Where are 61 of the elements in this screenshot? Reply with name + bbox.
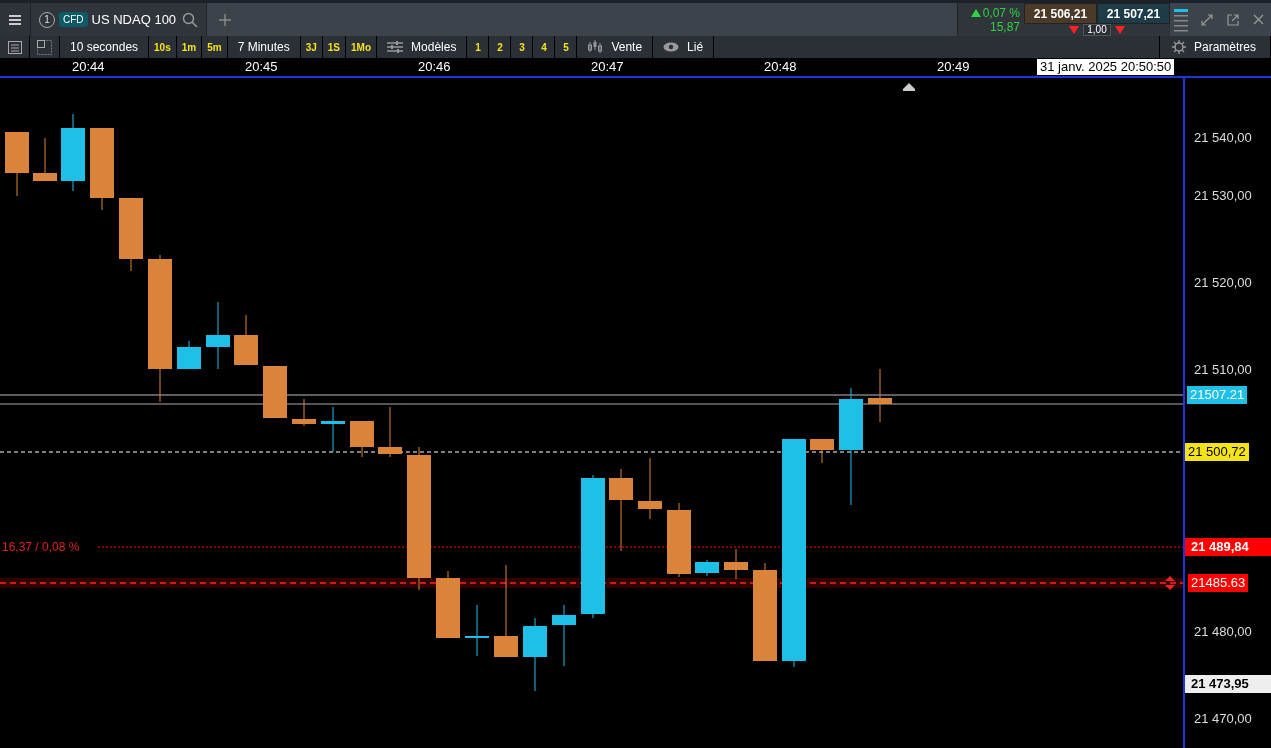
price-label: 21 530,00 (1193, 187, 1253, 205)
change-percent: 0,07 % (970, 5, 1020, 20)
candles-icon (587, 40, 604, 54)
instrument-tab[interactable]: 1 CFD US NDAQ 100 (31, 3, 208, 36)
price-label: 21 473,95 (1185, 675, 1271, 693)
candle (263, 365, 287, 419)
candle (436, 570, 460, 639)
cursor-time-label: 31 janv. 2025 20:50:50 (1037, 59, 1175, 75)
price-label: 21 480,00 (1193, 623, 1253, 641)
candle (206, 301, 230, 370)
price-label: 21 470,00 (1193, 710, 1253, 728)
candle (5, 131, 29, 197)
price-label: 21 489,84 (1185, 538, 1271, 556)
candle (638, 457, 662, 520)
candle (350, 420, 374, 458)
layout-icon (37, 39, 52, 55)
drag-handle-icon[interactable] (1165, 576, 1175, 590)
candle (695, 559, 719, 577)
cfd-badge: CFD (59, 12, 88, 27)
expand-icon[interactable] (1201, 13, 1213, 26)
candle (234, 314, 258, 366)
popout-icon[interactable] (1227, 13, 1239, 26)
candle (321, 406, 345, 453)
candle (33, 137, 57, 182)
time-label: 20:44 (72, 59, 105, 74)
menu-button[interactable] (0, 3, 31, 36)
list-icon (7, 40, 22, 54)
spread-badge: 1,00 (1083, 24, 1111, 36)
price-label: 21 500,72 (1185, 443, 1249, 461)
time-label: 20:49 (937, 59, 970, 74)
close-icon[interactable] (1253, 14, 1264, 25)
search-icon[interactable] (182, 11, 199, 28)
price-label: 21507.21 (1187, 386, 1248, 404)
candle (810, 438, 834, 464)
price-label: 21485.63 (1188, 574, 1249, 592)
distance-label: 16,37 / 0,08 % (2, 540, 80, 554)
eye-icon (663, 42, 680, 52)
marker-icon (903, 83, 915, 91)
candle (465, 604, 489, 657)
settings-icon (1171, 40, 1186, 54)
ask-button[interactable]: 21 507,21 (1097, 3, 1170, 24)
sliders-icon (387, 41, 404, 53)
time-label: 20:48 (764, 59, 797, 74)
candle (177, 340, 201, 370)
price-label: 21 540,00 (1193, 129, 1253, 147)
menu-icon (9, 14, 21, 25)
time-label: 20:45 (245, 59, 278, 74)
depth-icon (1174, 7, 1188, 32)
candle (552, 604, 576, 667)
add-tab-icon[interactable] (219, 13, 232, 26)
candle (378, 406, 402, 458)
time-label: 20:47 (591, 59, 624, 74)
instrument-name: US NDAQ 100 (91, 12, 177, 27)
time-label: 20:46 (418, 59, 451, 74)
candle (724, 548, 748, 580)
price-label: 21 510,00 (1193, 361, 1253, 379)
candle (868, 368, 892, 423)
price-label: 21 520,00 (1193, 274, 1253, 292)
change-points: 15,87 (989, 19, 1020, 34)
candle (292, 398, 316, 427)
bid-button[interactable]: 21 506,21 (1024, 3, 1097, 24)
